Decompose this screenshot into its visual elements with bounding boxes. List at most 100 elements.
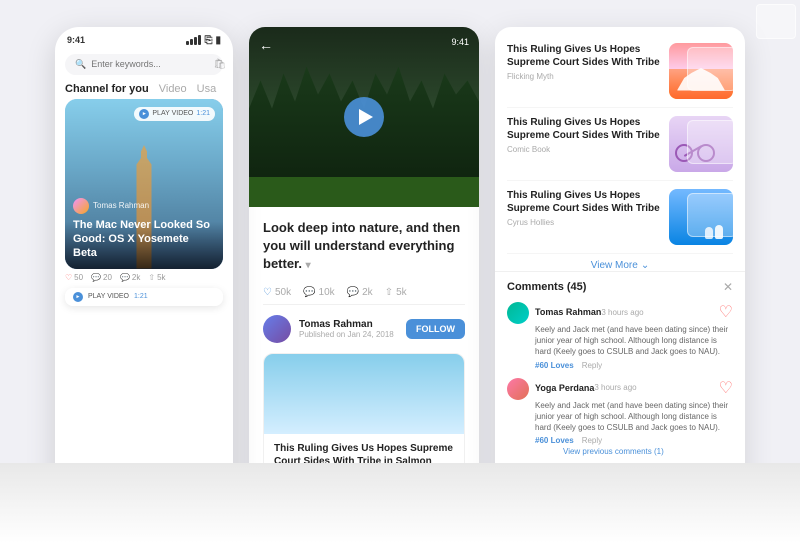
- comment-2-meta: #60 Loves Reply: [535, 436, 733, 445]
- news-item-2-source: Comic Book: [507, 145, 661, 154]
- heart-icon: ♡: [65, 273, 72, 282]
- follow-button[interactable]: FOLLOW: [406, 319, 465, 339]
- expand-icon[interactable]: ▾: [306, 260, 311, 271]
- comment-2-avatar: [507, 378, 529, 400]
- cart-icon: 🛍: [213, 59, 226, 70]
- news-item-3-image: [669, 189, 733, 245]
- article-likes[interactable]: ♡ 50k: [263, 287, 291, 298]
- news-item-2-overlay: [687, 120, 733, 164]
- back-arrow[interactable]: ←: [259, 37, 273, 53]
- article-author-row: Tomas Rahman Published on Jan 24, 2018 F…: [263, 315, 465, 343]
- shares-stat: 💬 2k: [120, 273, 140, 282]
- tab-video[interactable]: Video: [159, 83, 187, 95]
- share-icon-article: ⇧: [385, 287, 393, 298]
- author-avatar: [73, 198, 89, 214]
- share-icon: 💬: [120, 273, 130, 282]
- comment-2: Yoga Perdana 3 hours ago ♡ Keely and Jac…: [507, 378, 733, 463]
- news-item-1-source: Flicking Myth: [507, 72, 661, 81]
- saves-stat: ⇧ 5k: [148, 273, 165, 282]
- comment-2-reply[interactable]: Reply: [582, 436, 602, 445]
- article-comments[interactable]: 💬 10k: [303, 287, 335, 298]
- article-panel: ← 9:41 Look deep into nature, and then y…: [249, 27, 479, 517]
- comment-2-author: Yoga Perdana: [535, 383, 594, 393]
- stats-row: ♡ 50 💬 20 💬 2k ⇧ 5k: [55, 269, 233, 282]
- article-shares[interactable]: ⇧ 5k: [385, 287, 407, 298]
- news-item-3[interactable]: This Ruling Gives Us Hopes Supreme Court…: [507, 181, 733, 254]
- comment-2-text: Keely and Jack met (and have been dating…: [535, 400, 733, 434]
- view-prev-comments[interactable]: View previous comments (1): [563, 447, 733, 456]
- article-author-name: Tomas Rahman: [299, 319, 398, 330]
- news-item-2-title: This Ruling Gives Us Hopes Supreme Court…: [507, 116, 661, 142]
- news-list: This Ruling Gives Us Hopes Supreme Court…: [495, 27, 745, 272]
- comment-2-loves[interactable]: #60 Loves: [535, 436, 574, 445]
- tab-channel[interactable]: Channel for you: [65, 83, 149, 95]
- phone-panel: 9:41 ⎘ ▮ 🔍 🛍 Channel for you Video Usa: [55, 27, 233, 517]
- news-item-1-image: [669, 43, 733, 99]
- card-title: The Mac Never Looked So Good: OS X Yosem…: [73, 218, 215, 261]
- news-item-3-text: This Ruling Gives Us Hopes Supreme Court…: [507, 189, 661, 227]
- play-icon-bottom: ►: [73, 292, 83, 302]
- article-actions: ♡ 50k 💬 10k 💬 2k ⇧ 5k: [263, 281, 465, 305]
- comment-2-time: 3 hours ago: [594, 383, 636, 392]
- comment-icon-article: 💬: [303, 287, 315, 298]
- news-item-1-text: This Ruling Gives Us Hopes Supreme Court…: [507, 43, 661, 81]
- comments-title: Comments (45): [507, 281, 586, 293]
- news-item-1-overlay: [687, 47, 733, 91]
- article-messages[interactable]: 💬 2k: [347, 287, 373, 298]
- news-item-3-source: Cyrus Hollies: [507, 218, 661, 227]
- comment-1-heart[interactable]: ♡: [719, 302, 733, 322]
- news-item-1[interactable]: This Ruling Gives Us Hopes Supreme Court…: [507, 35, 733, 108]
- comment-1-author: Tomas Rahman: [535, 307, 601, 317]
- article-author-date: Published on Jan 24, 2018: [299, 330, 398, 339]
- status-bar: 9:41 ⎘ ▮: [55, 27, 233, 50]
- author-info: Tomas Rahman Published on Jan 24, 2018: [299, 319, 398, 339]
- save-icon: ⇧: [148, 273, 155, 282]
- article-content: Look deep into nature, and then you will…: [249, 207, 479, 517]
- comment-1: Tomas Rahman 3 hours ago ♡ Keely and Jac…: [507, 302, 733, 370]
- comment-1-body: Tomas Rahman 3 hours ago ♡ Keely and Jac…: [535, 302, 733, 370]
- news-item-2-text: This Ruling Gives Us Hopes Supreme Court…: [507, 116, 661, 154]
- comment-1-time: 3 hours ago: [601, 308, 643, 317]
- message-icon-article: 💬: [347, 287, 359, 298]
- close-icon[interactable]: ✕: [723, 280, 733, 294]
- comments-stat: 💬 20: [91, 273, 112, 282]
- comments-header: Comments (45) ✕: [507, 280, 733, 294]
- comment-icon: 💬: [91, 273, 101, 282]
- related-card-image: [264, 354, 464, 434]
- related-card: This Ruling Gives Us Hopes Supreme Court…: [263, 353, 465, 512]
- play-badge-bottom[interactable]: ► PLAY VIDEO 1:21: [65, 288, 223, 306]
- article-hero: ← 9:41: [249, 27, 479, 207]
- status-icons: ⎘ ▮: [186, 35, 221, 46]
- comment-1-reply[interactable]: Reply: [582, 361, 602, 370]
- search-input[interactable]: [91, 59, 208, 69]
- likes-stat: ♡ 50: [65, 273, 83, 282]
- news-item-3-overlay: [687, 193, 733, 237]
- phone-time: 9:41: [67, 35, 85, 45]
- heart-icon-article: ♡: [263, 287, 272, 298]
- search-icon: 🔍: [75, 59, 86, 70]
- tab-usa[interactable]: Usa: [197, 83, 217, 95]
- news-item-2[interactable]: This Ruling Gives Us Hopes Supreme Court…: [507, 108, 733, 181]
- news-item-3-title: This Ruling Gives Us Hopes Supreme Court…: [507, 189, 661, 215]
- author-row: Tomas Rahman: [73, 198, 215, 214]
- news-panel: This Ruling Gives Us Hopes Supreme Court…: [495, 27, 745, 517]
- play-icon: ►: [139, 109, 149, 119]
- comment-1-header: Tomas Rahman 3 hours ago ♡: [535, 302, 733, 322]
- article-author-avatar: [263, 315, 291, 343]
- nav-tabs: Channel for you Video Usa: [55, 79, 233, 99]
- chevron-down-icon: ⌄: [641, 260, 649, 271]
- author-name: Tomas Rahman: [93, 201, 149, 210]
- hero-ground: [249, 177, 479, 207]
- comment-1-loves[interactable]: #60 Loves: [535, 361, 574, 370]
- comment-2-body: Yoga Perdana 3 hours ago ♡ Keely and Jac…: [535, 378, 733, 463]
- card-overlay: Tomas Rahman The Mac Never Looked So Goo…: [65, 190, 223, 269]
- play-button-large[interactable]: [344, 97, 384, 137]
- comment-1-text: Keely and Jack met (and have been dating…: [535, 324, 733, 358]
- comment-1-meta: #60 Loves Reply: [535, 361, 733, 370]
- view-more-button[interactable]: View More ⌄: [507, 254, 733, 272]
- comment-2-heart[interactable]: ♡: [719, 378, 733, 398]
- article-time: 9:41: [451, 37, 469, 47]
- comment-1-avatar: [507, 302, 529, 324]
- play-badge-top[interactable]: ► PLAY VIDEO 1:21: [134, 107, 215, 121]
- search-bar[interactable]: 🔍 🛍: [65, 54, 223, 75]
